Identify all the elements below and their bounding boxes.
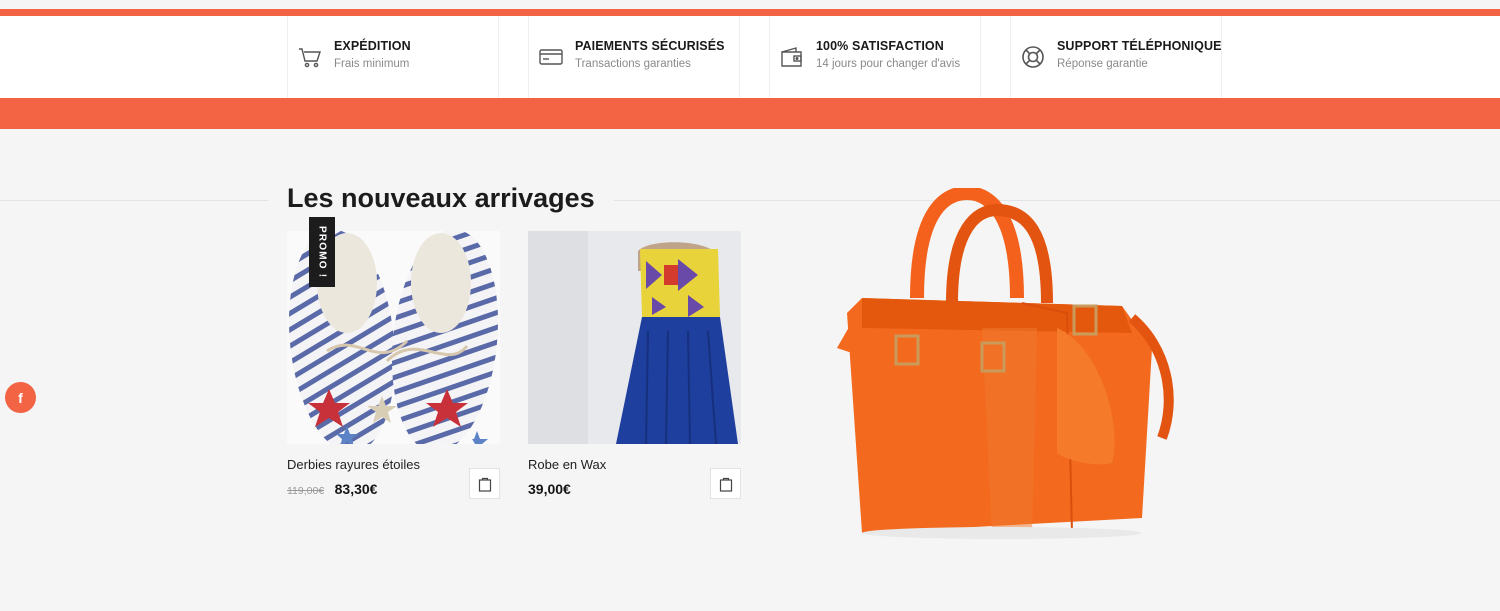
cart-icon (299, 48, 321, 68)
product-card[interactable]: Robe en Wax 39,00€ (528, 231, 741, 499)
wallet-icon (781, 47, 802, 67)
feature-subtitle: Transactions garanties (575, 58, 691, 70)
feature-subtitle: 14 jours pour changer d'avis (816, 58, 961, 70)
product-name[interactable]: Derbies rayures étoiles (287, 457, 420, 472)
feature-shipping: EXPÉDITION Frais minimum (287, 16, 499, 98)
product-prices: 119,00€ 83,30€ (287, 481, 377, 499)
product-prices: 39,00€ (528, 481, 571, 499)
feature-title: SUPPORT TÉLÉPHONIQUE (1057, 39, 1222, 53)
dress-image (528, 231, 741, 444)
product-name[interactable]: Robe en Wax (528, 457, 606, 472)
shopping-bag-icon (478, 477, 491, 492)
feature-secure-payments: PAIEMENTS SÉCURISÉS Transactions garanti… (528, 16, 740, 98)
feature-title: EXPÉDITION (334, 39, 411, 53)
section-divider (0, 200, 1500, 201)
product-image[interactable] (528, 231, 741, 444)
shopping-bag-icon (719, 477, 732, 492)
feature-subtitle: Frais minimum (334, 58, 410, 70)
product-card[interactable]: PROMO ! Derbies rayures étoiles 119,00€ (287, 217, 500, 499)
facebook-share-button[interactable]: f (5, 382, 36, 413)
add-to-cart-button[interactable] (469, 468, 500, 499)
lifebuoy-icon (1022, 46, 1044, 68)
section-title: Les nouveaux arrivages (268, 183, 614, 214)
features-bar: EXPÉDITION Frais minimum PAIEMENTS SÉCUR… (287, 16, 1225, 98)
feature-title: PAIEMENTS SÉCURISÉS (575, 39, 725, 53)
add-to-cart-button[interactable] (710, 468, 741, 499)
promo-badge: PROMO ! (309, 217, 335, 287)
feature-subtitle: Réponse garantie (1057, 58, 1148, 70)
credit-card-icon (539, 49, 563, 65)
product-price: 39,00€ (528, 481, 571, 497)
feature-satisfaction: 100% SATISFACTION 14 jours pour changer … (769, 16, 981, 98)
old-price: 119,00€ (287, 485, 325, 497)
top-accent-bar (0, 9, 1500, 16)
facebook-icon: f (18, 389, 23, 406)
orange-banner-band (0, 98, 1500, 129)
feature-title: 100% SATISFACTION (816, 39, 944, 53)
handbag-promo-image[interactable] (822, 188, 1182, 543)
product-price: 83,30€ (334, 481, 378, 497)
feature-phone-support: SUPPORT TÉLÉPHONIQUE Réponse garantie (1010, 16, 1222, 98)
